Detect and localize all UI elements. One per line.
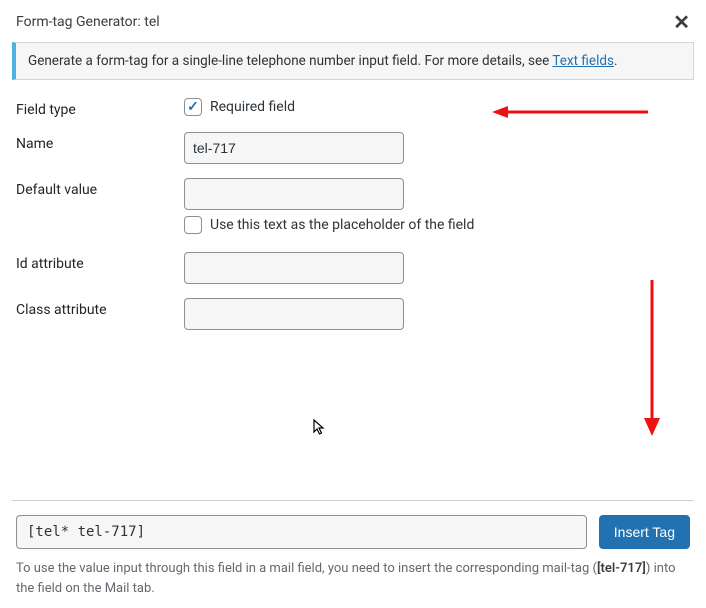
placeholder-checkbox-label: Use this text as the placeholder of the … xyxy=(210,217,474,233)
instruction-box: Generate a form-tag for a single-line te… xyxy=(12,42,694,80)
footer-note-code: [tel-717] xyxy=(597,561,646,576)
close-icon[interactable]: ✕ xyxy=(673,12,690,32)
default-value-input[interactable] xyxy=(184,178,404,210)
class-input[interactable] xyxy=(184,298,404,330)
placeholder-checkbox-wrap[interactable]: Use this text as the placeholder of the … xyxy=(184,216,474,234)
tag-code-input[interactable] xyxy=(16,515,587,549)
placeholder-checkbox[interactable] xyxy=(184,216,202,234)
titlebar: Form-tag Generator: tel ✕ xyxy=(12,10,694,42)
form-tag-generator-modal: Form-tag Generator: tel ✕ Generate a for… xyxy=(0,0,706,608)
field-type-label: Field type xyxy=(16,98,184,118)
required-checkbox[interactable] xyxy=(184,98,202,116)
insert-row: Insert Tag xyxy=(16,515,690,549)
id-input[interactable] xyxy=(184,252,404,284)
form-area: Field type Required field Name Default v… xyxy=(12,80,694,500)
id-label: Id attribute xyxy=(16,252,184,272)
row-name: Name xyxy=(16,132,690,164)
cursor-icon xyxy=(312,418,330,436)
modal-title: Form-tag Generator: tel xyxy=(16,14,160,30)
row-default: Default value Use this text as the place… xyxy=(16,178,690,238)
footer-note-before: To use the value input through this fiel… xyxy=(16,561,597,576)
default-label: Default value xyxy=(16,178,184,198)
row-field-type: Field type Required field xyxy=(16,98,690,118)
row-class: Class attribute xyxy=(16,298,690,330)
instruction-suffix: . xyxy=(614,53,618,69)
insert-tag-button[interactable]: Insert Tag xyxy=(599,515,690,549)
class-label: Class attribute xyxy=(16,298,184,318)
row-id: Id attribute xyxy=(16,252,690,284)
annotation-arrow-required xyxy=(492,104,652,120)
name-input[interactable] xyxy=(184,132,404,164)
text-fields-link[interactable]: Text fields xyxy=(552,53,614,69)
name-label: Name xyxy=(16,132,184,152)
footer-note: To use the value input through this fiel… xyxy=(16,559,690,598)
required-checkbox-label: Required field xyxy=(210,99,295,115)
footer: Insert Tag To use the value input throug… xyxy=(12,500,694,598)
instruction-text: Generate a form-tag for a single-line te… xyxy=(28,53,552,69)
required-checkbox-wrap[interactable]: Required field xyxy=(184,98,295,116)
